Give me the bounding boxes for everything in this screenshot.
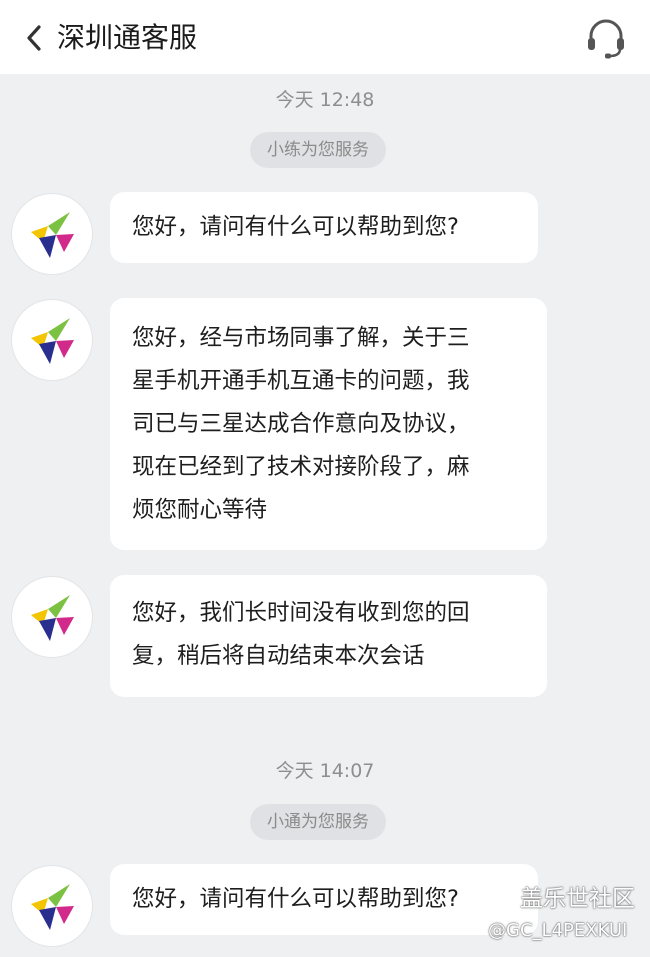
watermark-user: @GC_L4PEXKUI [488, 920, 628, 941]
message-line: 现在已经到了技术对接阶段了，麻 [132, 454, 470, 480]
message-line: 您好，请问有什么可以帮助到您? [132, 886, 459, 912]
shenzhentong-logo-icon [31, 884, 74, 930]
message-bubble: 您好，请问有什么可以帮助到您? [110, 192, 538, 263]
message-line: 星手机开通手机互通卡的问题，我 [132, 368, 470, 394]
message-line: 司已与三星达成合作意向及协议， [132, 411, 470, 437]
agent-avatar [12, 194, 92, 274]
shenzhentong-logo-icon [31, 318, 74, 364]
message-line: 您好，请问有什么可以帮助到您? [132, 214, 459, 240]
shenzhentong-logo-icon [31, 595, 74, 641]
agent-avatar [12, 300, 92, 380]
message-line: 您好，我们长时间没有收到您的回 [132, 600, 470, 626]
timestamp: 今天 12:48 [275, 89, 375, 111]
message-bubble: 您好，经与市场同事了解，关于三 星手机开通手机互通卡的问题，我 司已与三星达成合… [110, 298, 547, 550]
message-bubble: 您好，我们长时间没有收到您的回 复，稍后将自动结束本次会话 [110, 575, 547, 697]
agent-notice: 小练为您服务 [250, 132, 386, 168]
agent-notice: 小通为您服务 [250, 804, 386, 840]
headset-icon[interactable] [584, 16, 628, 60]
shenzhentong-logo-icon [31, 212, 74, 258]
message-line: 复，稍后将自动结束本次会话 [132, 643, 425, 669]
top-bar: 深圳通客服 [0, 0, 650, 74]
message-line: 烦您耐心等待 [132, 497, 268, 523]
watermark-community: 盖乐世社区 [520, 886, 635, 912]
chevron-left-icon[interactable] [20, 20, 48, 56]
message-line: 您好，经与市场同事了解，关于三 [132, 325, 470, 351]
timestamp: 今天 14:07 [275, 760, 375, 782]
page-title: 深圳通客服 [57, 21, 198, 54]
agent-avatar [12, 866, 92, 946]
agent-avatar [12, 577, 92, 657]
message-bubble: 您好，请问有什么可以帮助到您? [110, 864, 538, 935]
